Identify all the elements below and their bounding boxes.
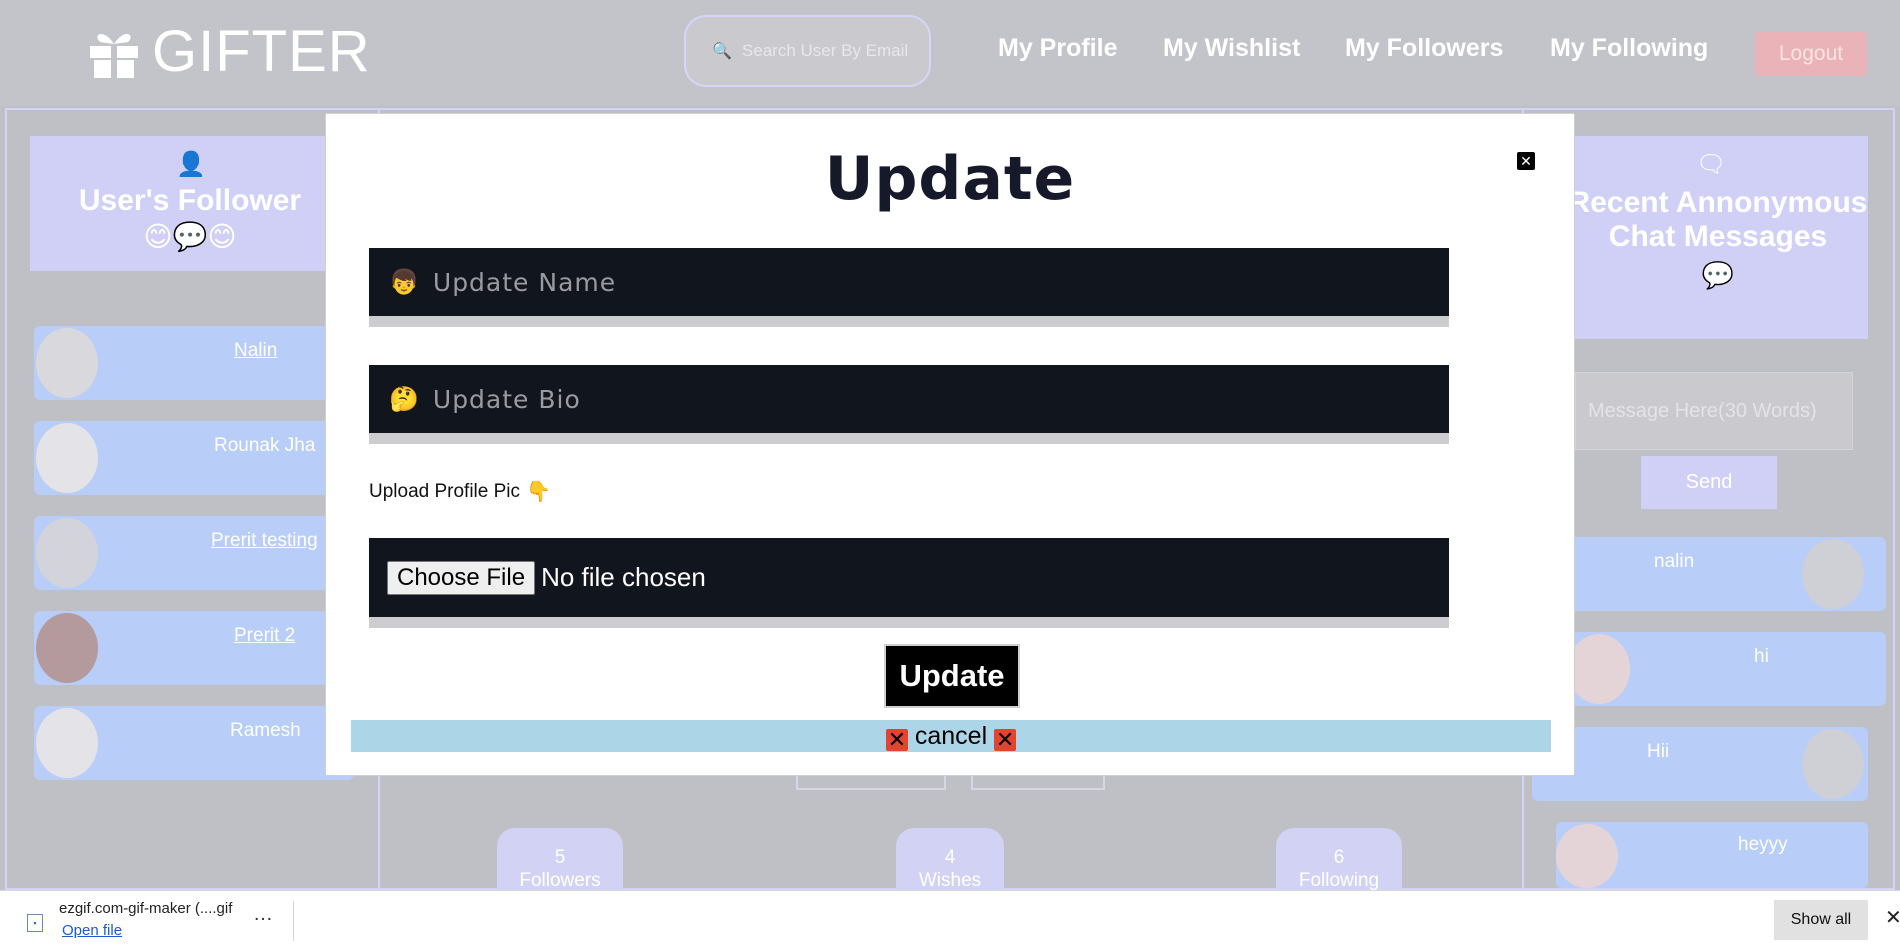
- stat-label: Wishes: [918, 870, 982, 891]
- followers-stat[interactable]: 5 Followers: [497, 828, 623, 898]
- following-stat[interactable]: 6 Following: [1276, 828, 1402, 898]
- speech-bubble-icon: 💬: [1701, 260, 1735, 290]
- file-icon: ▪: [27, 914, 43, 932]
- chat-message-card: nalin: [1568, 537, 1886, 611]
- wishes-stat[interactable]: 4 Wishes: [896, 828, 1004, 898]
- chat-message-text: Hii: [1647, 741, 1670, 762]
- chat-message-card: hi: [1568, 632, 1886, 706]
- follower-card[interactable]: Rounak Jha: [34, 421, 354, 495]
- chat-message-text: heyyy: [1738, 834, 1788, 855]
- chat-message-text: hi: [1754, 646, 1769, 667]
- file-upload-field: Choose File No file chosen: [369, 538, 1449, 628]
- wechat-icon: 🗨: [1696, 151, 1727, 178]
- chat-panel-title: Recent Annonymous Chat Messages: [1568, 186, 1868, 253]
- follower-name[interactable]: Prerit testing: [211, 530, 318, 552]
- update-bio-input[interactable]: [430, 383, 1335, 415]
- stat-count: 5: [554, 847, 566, 868]
- nav-my-followers[interactable]: My Followers: [1345, 34, 1503, 63]
- top-navbar: GIFTER 🔍 My Profile My Wishlist My Follo…: [0, 0, 1900, 106]
- search-box[interactable]: 🔍: [684, 15, 934, 87]
- update-name-field[interactable]: 👦: [369, 248, 1449, 327]
- modal-title: Update: [824, 144, 1076, 214]
- download-file-name[interactable]: ezgif.com-gif-maker (....gif: [59, 900, 232, 917]
- nav-my-profile[interactable]: My Profile: [998, 34, 1117, 63]
- follower-card[interactable]: Prerit testing: [34, 516, 354, 590]
- cross-mark-icon: ✕: [885, 727, 908, 752]
- more-options-icon[interactable]: …: [253, 903, 273, 926]
- gift-icon: [90, 33, 138, 78]
- follower-card[interactable]: Nalin: [34, 326, 354, 400]
- follower-name[interactable]: Nalin: [234, 340, 277, 362]
- upload-label-text: Upload Profile Pic: [369, 480, 521, 502]
- chat-message-card: heyyy: [1556, 822, 1868, 888]
- avatar: [36, 708, 98, 778]
- close-icon[interactable]: ✕: [1517, 152, 1535, 170]
- boy-icon: 👦: [389, 268, 419, 296]
- follower-name[interactable]: Rounak Jha: [214, 435, 315, 457]
- thinking-face-icon: 🤔: [389, 385, 419, 413]
- chat-message-card: Hii: [1532, 727, 1868, 801]
- avatar: [36, 518, 98, 588]
- stat-count: 4: [944, 847, 956, 868]
- follower-card[interactable]: Ramesh: [34, 706, 354, 780]
- follower-name[interactable]: Prerit 2: [234, 625, 295, 647]
- upload-profile-pic-label: Upload Profile Pic 👇: [369, 479, 551, 504]
- update-button[interactable]: Update: [884, 644, 1020, 708]
- avatar: [36, 328, 98, 398]
- stat-label: Following: [1298, 870, 1380, 891]
- download-bar: ▪ ezgif.com-gif-maker (....gif Open file…: [0, 890, 1900, 952]
- avatar: [36, 613, 98, 683]
- chat-message-text: nalin: [1654, 551, 1695, 572]
- followers-panel-title: User's Follower: [78, 184, 302, 217]
- divider: [293, 901, 294, 941]
- update-name-input[interactable]: [430, 266, 1335, 298]
- logout-button[interactable]: Logout: [1755, 32, 1867, 76]
- anonymous-mask-icon: [1568, 634, 1630, 704]
- file-status: No file chosen: [541, 562, 706, 592]
- avatar: [1802, 539, 1864, 609]
- search-input[interactable]: [739, 40, 934, 62]
- choose-file-button[interactable]: Choose File: [387, 560, 536, 595]
- avatar: [36, 423, 98, 493]
- chat-message-input[interactable]: [1575, 372, 1853, 450]
- avatar: [1802, 729, 1864, 799]
- stat-label: Followers: [519, 870, 601, 891]
- open-file-link[interactable]: Open file: [62, 922, 122, 939]
- show-all-button[interactable]: Show all: [1774, 900, 1868, 940]
- nav-my-following[interactable]: My Following: [1550, 34, 1708, 63]
- brand-logo[interactable]: GIFTER: [86, 18, 371, 85]
- follower-card[interactable]: Prerit 2: [34, 611, 354, 685]
- user-check-icon: 👤: [176, 151, 206, 178]
- cross-mark-icon: ✕: [994, 727, 1017, 752]
- anonymous-mask-icon: [1556, 824, 1618, 888]
- follower-name[interactable]: Ramesh: [230, 720, 301, 742]
- nav-my-wishlist[interactable]: My Wishlist: [1163, 34, 1300, 63]
- stat-count: 6: [1333, 847, 1345, 868]
- update-bio-field[interactable]: 🤔: [369, 365, 1449, 444]
- close-icon[interactable]: ✕: [1885, 905, 1900, 930]
- cancel-button[interactable]: ✕ cancel ✕: [351, 720, 1551, 752]
- cancel-label: cancel: [914, 722, 988, 750]
- brand-name: GIFTER: [152, 19, 371, 84]
- followers-panel-emojis: 😊💬😊: [143, 221, 237, 252]
- send-button[interactable]: Send: [1641, 456, 1777, 509]
- update-profile-modal: Update ✕ 👦 🤔 Upload Profile Pic 👇 Choose…: [325, 113, 1575, 776]
- search-icon: 🔍: [712, 43, 732, 60]
- pointing-down-icon: 👇: [526, 481, 551, 503]
